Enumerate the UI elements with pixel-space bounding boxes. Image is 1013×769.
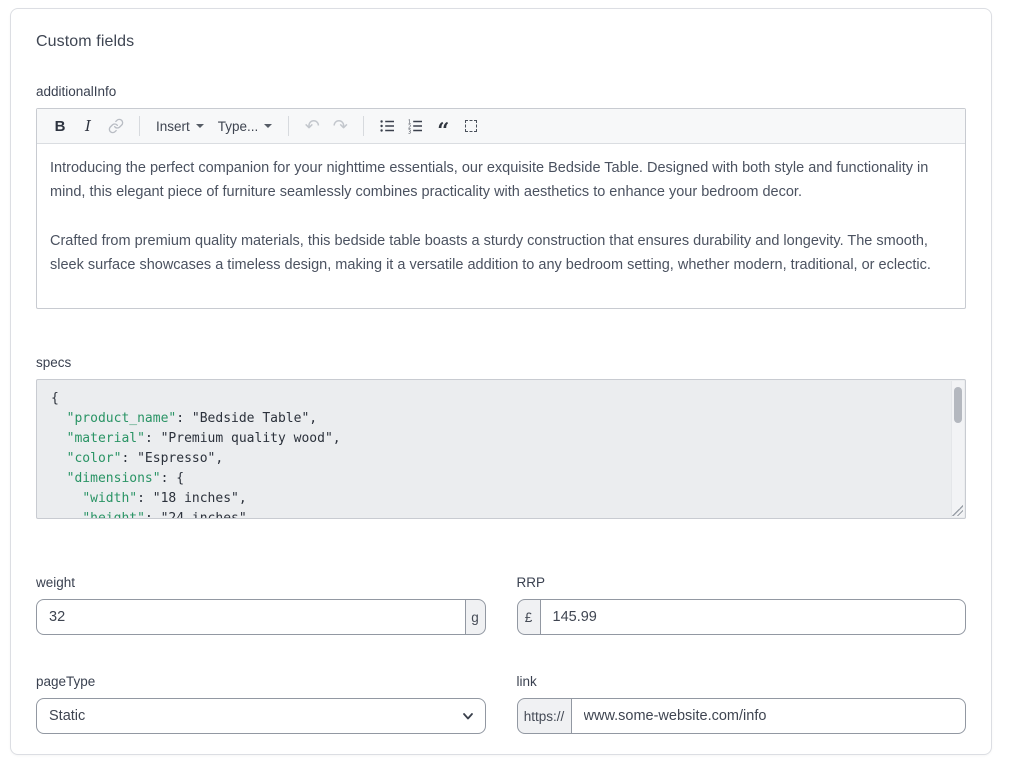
type-dropdown[interactable]: Type... [212,113,279,139]
specs-code-content: { "product_name": "Bedside Table", "mate… [37,380,965,519]
svg-text:3: 3 [408,129,411,134]
code-line: "dimensions": { [51,469,941,489]
code-line: "height": "24 inches", [51,509,941,519]
insert-dropdown[interactable]: Insert [150,113,210,139]
insert-dropdown-label: Insert [156,119,190,134]
dashed-box-button[interactable] [458,113,484,139]
toolbar-divider [363,116,364,136]
weight-label: weight [36,575,486,590]
code-line: "material": "Premium quality wood", [51,429,941,449]
specs-code-editor[interactable]: { "product_name": "Bedside Table", "mate… [36,379,966,519]
scrollbar-thumb[interactable] [954,387,962,423]
type-dropdown-label: Type... [218,119,259,134]
rrp-field: RRP £ [517,575,967,635]
page-type-field: pageType Static [36,674,486,734]
ordered-list-button[interactable]: 1 2 3 [402,113,428,139]
bullet-list-icon [379,118,395,134]
insert-link-button[interactable] [103,113,129,139]
redo-icon: ↷ [333,117,348,135]
bold-button[interactable]: B [47,113,73,139]
rrp-input[interactable] [540,599,967,635]
editor-toolbar: B I Insert Type... [37,109,965,144]
additional-info-field: additionalInfo B I Insert [36,84,966,309]
custom-fields-panel: Custom fields additionalInfo B I Inse [10,8,992,755]
code-line: { [51,389,941,409]
link-icon [108,118,124,134]
currency-prefix: £ [517,599,541,635]
blockquote-icon: “ [437,126,449,136]
specs-label: specs [36,355,966,370]
bullet-list-button[interactable] [374,113,400,139]
weight-unit-suffix: g [465,599,486,635]
additional-info-label: additionalInfo [36,84,966,99]
page-type-select[interactable]: Static [36,698,486,734]
link-input[interactable] [571,698,967,734]
toolbar-divider [139,116,140,136]
chevron-down-icon [196,124,204,128]
rich-text-editor: B I Insert Type... [36,108,966,309]
code-line: "product_name": "Bedside Table", [51,409,941,429]
weight-input[interactable] [36,599,466,635]
code-line: "width": "18 inches", [51,489,941,509]
link-field: link https:// [517,674,967,734]
protocol-prefix: https:// [517,698,572,734]
redo-button[interactable]: ↷ [327,113,353,139]
page-type-label: pageType [36,674,486,689]
specs-field: specs { "product_name": "Bedside Table",… [36,355,966,519]
italic-button[interactable]: I [75,113,101,139]
code-line: "color": "Espresso", [51,449,941,469]
editor-paragraph: Introducing the perfect companion for yo… [50,156,952,204]
panel-title: Custom fields [36,33,966,51]
link-label: link [517,674,967,689]
editor-content[interactable]: Introducing the perfect companion for yo… [37,144,965,308]
toolbar-divider [288,116,289,136]
weight-field: weight g [36,575,486,635]
chevron-down-icon [264,124,272,128]
vertical-scrollbar[interactable] [951,381,964,517]
rrp-label: RRP [517,575,967,590]
blockquote-button[interactable]: “ [430,113,456,139]
dashed-square-icon [465,120,477,132]
editor-paragraph: Crafted from premium quality materials, … [50,229,952,277]
ordered-list-icon: 1 2 3 [407,118,423,134]
undo-icon: ↶ [305,117,320,135]
resize-handle[interactable] [952,505,963,516]
undo-button[interactable]: ↶ [299,113,325,139]
